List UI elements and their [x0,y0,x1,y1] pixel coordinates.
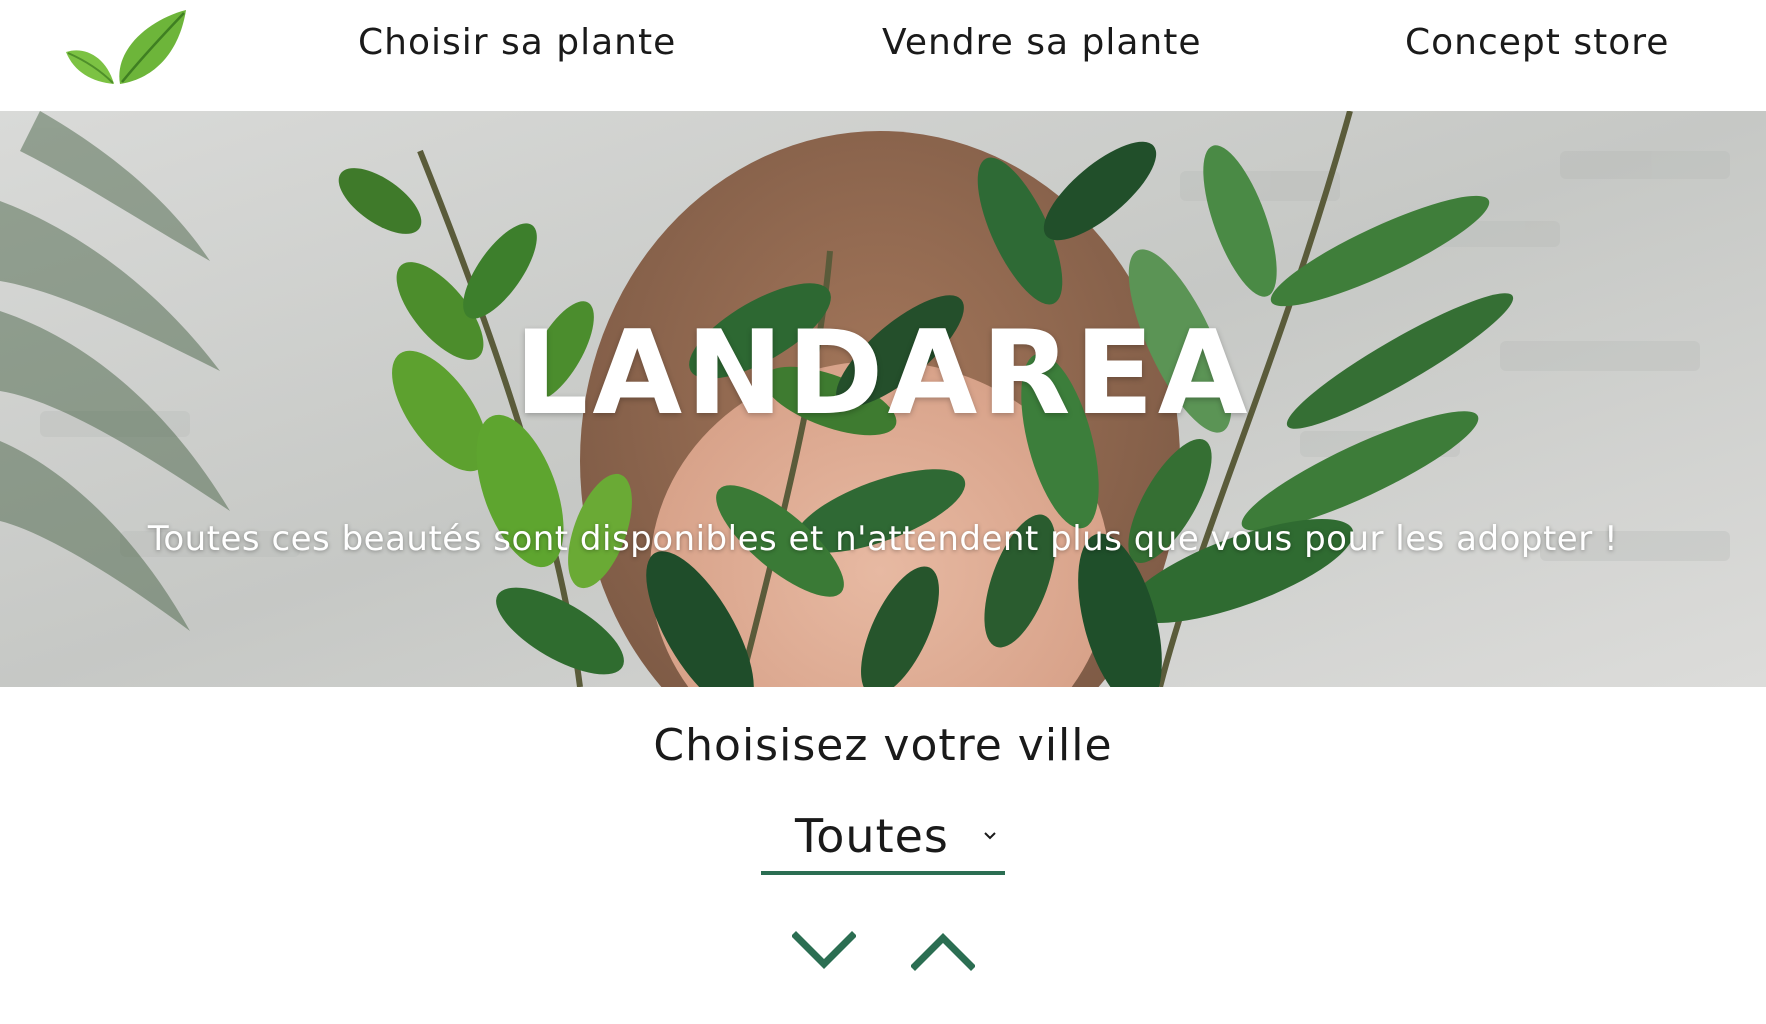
hero-subtitle: Toutes ces beautés sont disponibles et n… [147,519,1619,559]
city-select-value: Toutes [795,809,949,863]
city-select[interactable]: Toutes [761,805,1005,875]
hero-title: LANDAREA [514,306,1252,441]
nav-vendre-plante[interactable]: Vendre sa plante [882,22,1202,63]
chevron-up-icon[interactable] [911,928,975,974]
nav-concept-store[interactable]: Concept store [1405,22,1669,63]
chevron-down-icon [984,832,996,840]
nav-choisir-plante[interactable]: Choisir sa plante [358,22,676,63]
hero-banner: LANDAREA Toutes ces beautés sont disponi… [0,111,1766,687]
city-filter-heading: Choisisez votre ville [653,720,1113,771]
site-header: Choisir sa plante Vendre sa plante Conce… [0,0,1766,111]
chevron-down-icon[interactable] [792,928,856,974]
leaf-icon[interactable] [62,8,190,88]
